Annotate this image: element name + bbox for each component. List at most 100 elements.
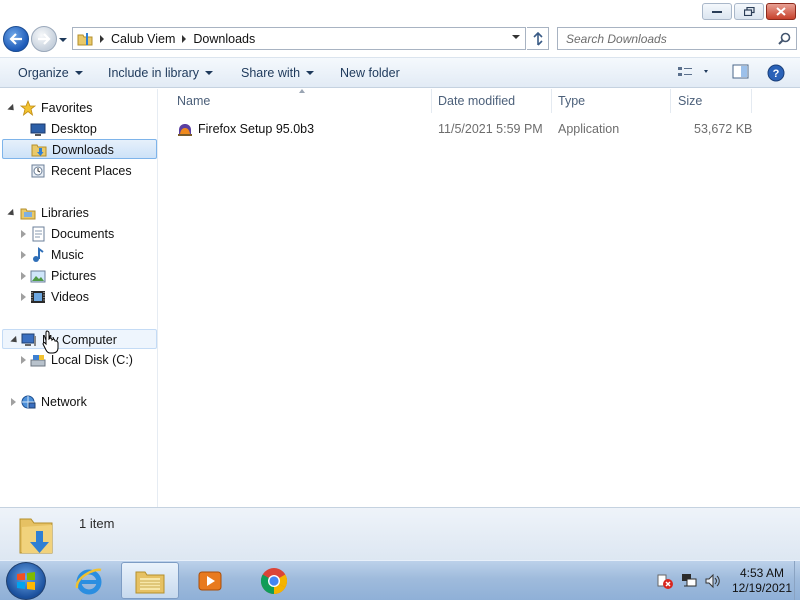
nav-network[interactable]: Network xyxy=(0,392,158,412)
nav-pictures[interactable]: Pictures xyxy=(0,266,158,286)
nav-computer[interactable]: My Computer xyxy=(2,329,157,349)
forward-arrow-icon xyxy=(38,33,51,45)
column-header-date-label: Date modified xyxy=(438,94,516,108)
address-history-icon[interactable] xyxy=(512,35,520,39)
forward-button[interactable] xyxy=(31,26,57,52)
volume-icon[interactable] xyxy=(704,572,722,590)
nav-music-label: Music xyxy=(51,248,84,262)
collapse-arrow-icon[interactable] xyxy=(21,293,26,301)
address-bar[interactable]: Calub Viem Downloads xyxy=(72,27,526,50)
nav-documents[interactable]: Documents xyxy=(0,224,158,244)
nav-local-disk[interactable]: Local Disk (C:) xyxy=(0,350,158,370)
breadcrumb-calub-viem[interactable]: Calub Viem xyxy=(111,32,175,46)
item-count: 1 item xyxy=(79,516,115,531)
file-date-modified: 11/5/2021 5:59 PM xyxy=(438,122,543,136)
media-player-icon xyxy=(198,571,222,590)
help-button[interactable]: ? xyxy=(767,64,785,85)
show-desktop-button[interactable] xyxy=(794,561,800,600)
search-input[interactable] xyxy=(558,28,768,49)
action-center-warning-icon[interactable] xyxy=(656,572,674,590)
close-button[interactable] xyxy=(766,3,796,20)
network-icon xyxy=(21,395,36,409)
maximize-button[interactable] xyxy=(734,3,764,20)
refresh-icon xyxy=(532,31,543,46)
file-list[interactable]: Name Date modified Type Size Firefox Set… xyxy=(159,89,800,507)
organize-button[interactable]: Organize xyxy=(18,66,83,80)
change-view-button[interactable] xyxy=(677,64,711,83)
refresh-button[interactable] xyxy=(527,27,549,50)
documents-icon xyxy=(32,226,45,242)
nav-desktop[interactable]: Desktop xyxy=(0,119,158,139)
file-row[interactable]: Firefox Setup 95.0b3 11/5/2021 5:59 PM A… xyxy=(159,119,759,139)
preview-pane-button[interactable] xyxy=(732,64,750,83)
computer-icon xyxy=(21,333,36,346)
pictures-icon xyxy=(30,270,46,283)
file-type: Application xyxy=(558,122,620,136)
collapse-arrow-icon[interactable] xyxy=(21,272,26,280)
search-icon[interactable] xyxy=(778,32,791,45)
breadcrumb-separator[interactable] xyxy=(181,34,187,43)
clock[interactable]: 4:53 AM 12/19/2021 xyxy=(732,566,792,596)
expand-arrow-icon[interactable] xyxy=(7,208,17,219)
nav-music[interactable]: Music xyxy=(0,245,158,265)
taskbar-chrome[interactable] xyxy=(245,562,303,599)
collapse-arrow-icon[interactable] xyxy=(21,251,26,259)
minimize-button[interactable] xyxy=(702,3,732,20)
column-header-date-modified[interactable]: Date modified xyxy=(432,89,551,113)
file-name: Firefox Setup 95.0b3 xyxy=(198,122,315,136)
new-folder-label: New folder xyxy=(340,66,400,80)
column-divider[interactable] xyxy=(751,89,752,113)
network-status-icon[interactable] xyxy=(680,572,698,590)
collapse-arrow-icon[interactable] xyxy=(11,398,16,406)
title-bar xyxy=(0,0,800,24)
nav-network-label: Network xyxy=(41,395,87,409)
clock-date: 12/19/2021 xyxy=(731,581,792,595)
nav-documents-label: Documents xyxy=(51,227,115,241)
include-in-library-button[interactable]: Include in library xyxy=(108,66,214,80)
firefox-installer-icon xyxy=(178,124,192,136)
collapse-arrow-icon[interactable] xyxy=(21,356,26,364)
nav-recent-places[interactable]: Recent Places xyxy=(0,161,158,181)
expand-arrow-icon[interactable] xyxy=(7,103,17,114)
back-button[interactable] xyxy=(3,26,29,52)
windows-logo-icon xyxy=(17,572,35,590)
column-header-name[interactable]: Name xyxy=(159,89,431,113)
recent-pages-dropdown[interactable] xyxy=(58,35,68,45)
column-header-name-label: Name xyxy=(177,94,211,108)
minimize-icon xyxy=(712,10,722,13)
music-icon xyxy=(33,247,44,262)
collapse-arrow-icon[interactable] xyxy=(21,230,26,238)
breadcrumb-downloads[interactable]: Downloads xyxy=(193,32,255,46)
close-icon xyxy=(776,7,786,16)
notification-area: 4:53 AM 12/19/2021 xyxy=(656,561,792,600)
organize-label: Organize xyxy=(18,66,69,80)
svg-text:?: ? xyxy=(773,68,780,80)
column-header-size-label: Size xyxy=(678,94,703,108)
nav-videos[interactable]: Videos xyxy=(0,287,158,307)
breadcrumb-separator[interactable] xyxy=(99,34,105,43)
start-button[interactable] xyxy=(6,562,46,600)
preview-pane-icon xyxy=(732,64,749,79)
chevron-down-icon xyxy=(74,71,83,75)
nav-downloads-label: Downloads xyxy=(52,143,114,157)
nav-pictures-label: Pictures xyxy=(51,269,97,283)
column-header-size[interactable]: Size xyxy=(671,89,751,113)
taskbar-media-player[interactable] xyxy=(181,562,239,599)
nav-favorites-label: Favorites xyxy=(41,101,93,115)
new-folder-button[interactable]: New folder xyxy=(340,66,400,80)
expand-arrow-icon[interactable] xyxy=(10,335,20,346)
downloads-folder-icon xyxy=(31,144,47,157)
nav-libraries[interactable]: Libraries xyxy=(0,203,158,223)
nav-downloads[interactable]: Downloads xyxy=(2,139,157,159)
taskbar-internet-explorer[interactable] xyxy=(60,562,118,599)
nav-favorites[interactable]: Favorites xyxy=(0,98,158,118)
taskbar-windows-explorer[interactable] xyxy=(121,562,179,599)
column-header-type[interactable]: Type xyxy=(552,89,670,113)
navigation-pane[interactable]: Favorites Desktop Downloads Recent Place… xyxy=(0,89,158,507)
desktop-icon xyxy=(30,123,46,136)
nav-local-disk-label: Local Disk (C:) xyxy=(51,353,133,367)
chrome-icon xyxy=(260,567,288,594)
recent-places-icon xyxy=(31,164,45,178)
share-with-button[interactable]: Share with xyxy=(241,66,315,80)
search-box[interactable] xyxy=(557,27,797,50)
